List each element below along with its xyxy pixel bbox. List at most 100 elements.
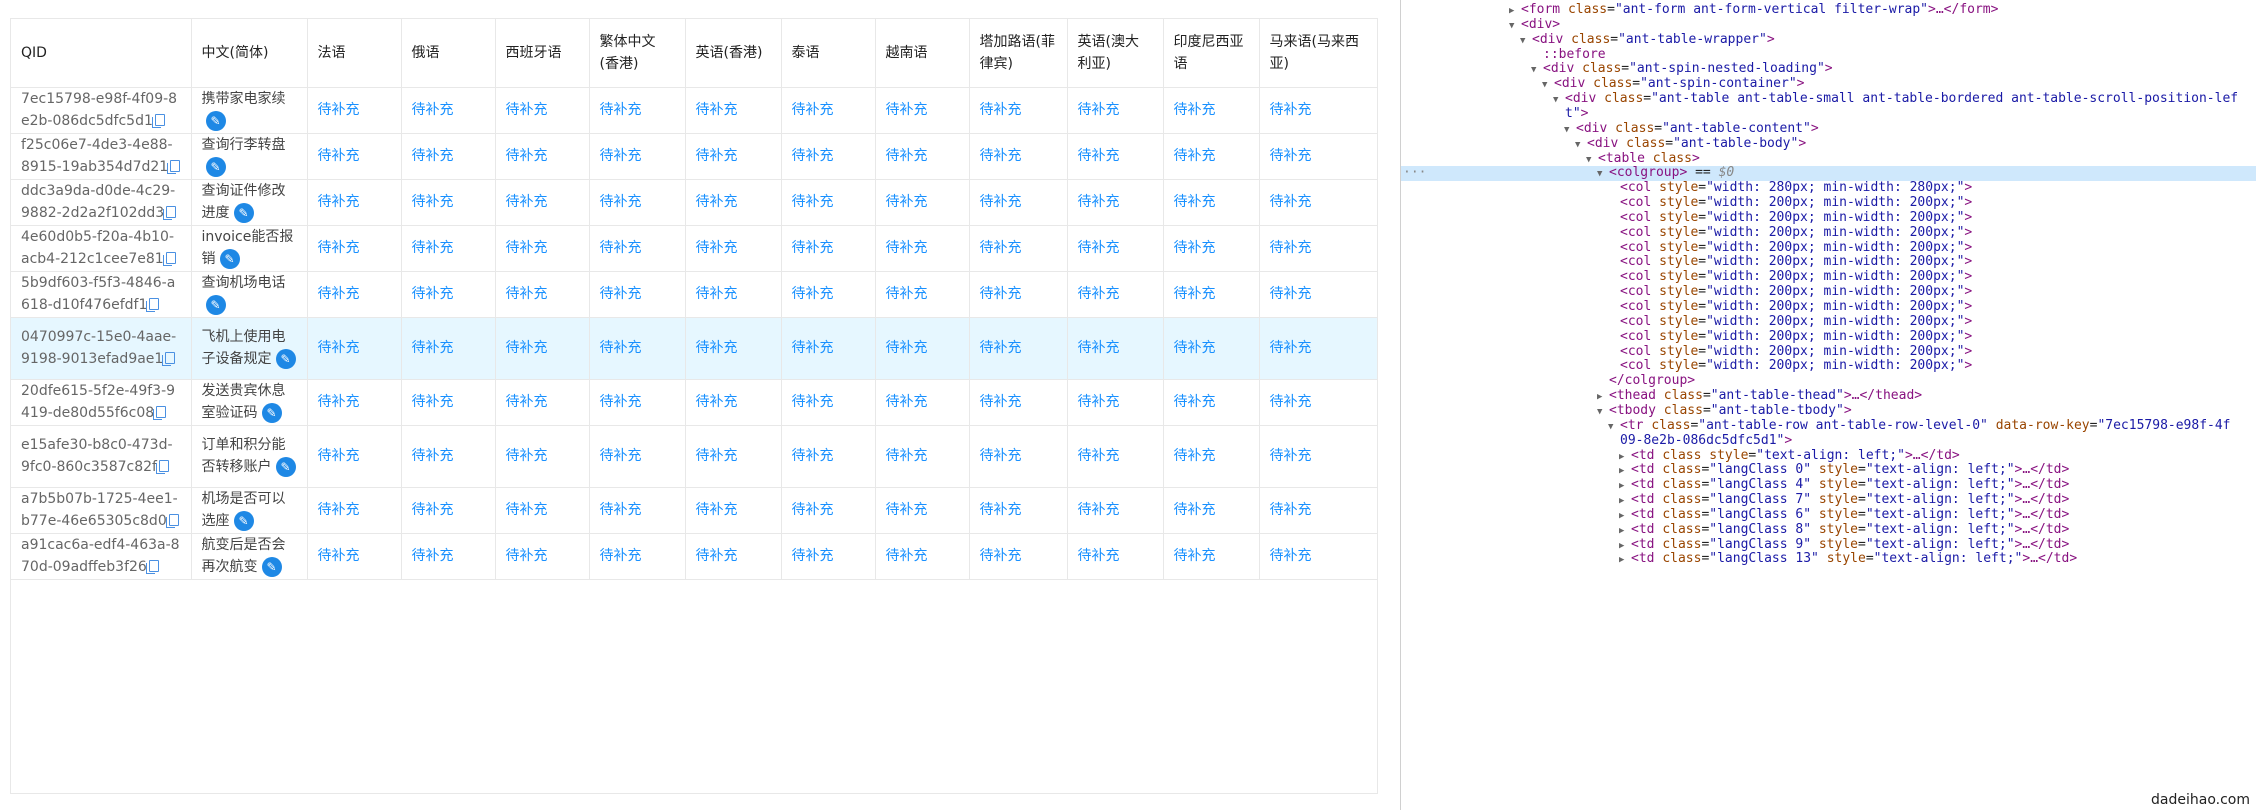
collapse-triangle-icon[interactable]: ▼ bbox=[1564, 123, 1576, 138]
pending-link[interactable]: 待补充 bbox=[980, 240, 1022, 256]
dom-node-line[interactable]: ▼ <div class="ant-table-content"> bbox=[1401, 121, 2256, 138]
table-row[interactable]: f25c06e7-4de3-4e88-8915-19ab354d7d21 查询行李… bbox=[11, 133, 1377, 180]
dom-node-line[interactable]: ▶ <td class="langClass 7" style="text-ali… bbox=[1401, 492, 2256, 508]
pending-link[interactable]: 待补充 bbox=[1270, 448, 1312, 464]
edit-icon[interactable]: ✎ bbox=[261, 557, 282, 577]
pending-link[interactable]: 待补充 bbox=[412, 148, 454, 164]
pending-link[interactable]: 待补充 bbox=[412, 340, 454, 356]
pending-link[interactable]: 待补充 bbox=[1270, 286, 1312, 302]
pending-link[interactable]: 待补充 bbox=[1270, 148, 1312, 164]
pending-link[interactable]: 待补充 bbox=[1270, 194, 1312, 210]
collapse-triangle-icon[interactable]: ▼ bbox=[1597, 167, 1609, 182]
pending-link[interactable]: 待补充 bbox=[696, 448, 738, 464]
pending-link[interactable]: 待补充 bbox=[696, 148, 738, 164]
dom-node-line[interactable]: <col style="width: 200px; min-width: 200… bbox=[1401, 344, 2256, 360]
pending-link[interactable]: 待补充 bbox=[1174, 502, 1216, 518]
copy-icon[interactable] bbox=[153, 406, 167, 420]
collapse-triangle-icon[interactable]: ▼ bbox=[1520, 34, 1532, 49]
pending-link[interactable]: 待补充 bbox=[696, 340, 738, 356]
pending-link[interactable]: 待补充 bbox=[886, 286, 928, 302]
dom-node-selected[interactable]: ··· ▼ <colgroup> == $0 bbox=[1401, 165, 2256, 182]
expand-triangle-icon[interactable]: ▶ bbox=[1619, 509, 1631, 524]
pending-link[interactable]: 待补充 bbox=[412, 502, 454, 518]
copy-icon[interactable] bbox=[151, 114, 165, 128]
expand-triangle-icon[interactable]: ▶ bbox=[1619, 464, 1631, 479]
dom-node-line[interactable]: </colgroup> bbox=[1401, 373, 2256, 389]
pending-link[interactable]: 待补充 bbox=[318, 448, 360, 464]
pending-link[interactable]: 待补充 bbox=[792, 240, 834, 256]
pending-link[interactable]: 待补充 bbox=[1078, 448, 1120, 464]
pending-link[interactable]: 待补充 bbox=[886, 502, 928, 518]
pending-link[interactable]: 待补充 bbox=[886, 448, 928, 464]
edit-icon[interactable]: ✎ bbox=[205, 111, 226, 131]
pending-link[interactable]: 待补充 bbox=[1174, 548, 1216, 564]
dom-node-line[interactable]: <col style="width: 200px; min-width: 200… bbox=[1401, 329, 2256, 345]
pending-link[interactable]: 待补充 bbox=[318, 194, 360, 210]
copy-icon[interactable] bbox=[146, 298, 160, 312]
pending-link[interactable]: 待补充 bbox=[696, 240, 738, 256]
pending-link[interactable]: 待补充 bbox=[412, 286, 454, 302]
edit-icon[interactable]: ✎ bbox=[233, 203, 254, 223]
dom-node-line[interactable]: ▶ <td class="langClass 8" style="text-ali… bbox=[1401, 522, 2256, 538]
pending-link[interactable]: 待补充 bbox=[412, 394, 454, 410]
edit-icon[interactable]: ✎ bbox=[205, 157, 226, 177]
collapse-triangle-icon[interactable]: ▼ bbox=[1586, 153, 1598, 168]
pending-link[interactable]: 待补充 bbox=[1174, 448, 1216, 464]
pending-link[interactable]: 待补充 bbox=[886, 548, 928, 564]
dom-node-line[interactable]: ▼ <div class="ant-table ant-table-small a… bbox=[1401, 91, 2256, 107]
pending-link[interactable]: 待补充 bbox=[600, 286, 642, 302]
pending-link[interactable]: 待补充 bbox=[792, 448, 834, 464]
expand-triangle-icon[interactable]: ▶ bbox=[1619, 479, 1631, 494]
dom-node-line[interactable]: t"> bbox=[1401, 106, 2256, 122]
pending-link[interactable]: 待补充 bbox=[600, 448, 642, 464]
pending-link[interactable]: 待补充 bbox=[1078, 340, 1120, 356]
dom-node-line[interactable]: <col style="width: 200px; min-width: 200… bbox=[1401, 240, 2256, 256]
pending-link[interactable]: 待补充 bbox=[318, 502, 360, 518]
pending-link[interactable]: 待补充 bbox=[1078, 194, 1120, 210]
dom-node-line[interactable]: ▶ <td class="langClass 4" style="text-ali… bbox=[1401, 477, 2256, 494]
pending-link[interactable]: 待补充 bbox=[1078, 548, 1120, 564]
pending-link[interactable]: 待补充 bbox=[506, 148, 548, 164]
copy-icon[interactable] bbox=[145, 560, 159, 574]
pending-link[interactable]: 待补充 bbox=[318, 102, 360, 118]
dom-node-line[interactable]: <col style="width: 280px; min-width: 280… bbox=[1401, 180, 2256, 196]
pending-link[interactable]: 待补充 bbox=[696, 548, 738, 564]
pending-link[interactable]: 待补充 bbox=[506, 394, 548, 410]
pending-link[interactable]: 待补充 bbox=[792, 102, 834, 118]
pending-link[interactable]: 待补充 bbox=[318, 240, 360, 256]
pending-link[interactable]: 待补充 bbox=[980, 448, 1022, 464]
pending-link[interactable]: 待补充 bbox=[600, 548, 642, 564]
pending-link[interactable]: 待补充 bbox=[600, 240, 642, 256]
pending-link[interactable]: 待补充 bbox=[696, 194, 738, 210]
edit-icon[interactable]: ✎ bbox=[261, 403, 282, 423]
pending-link[interactable]: 待补充 bbox=[980, 194, 1022, 210]
pending-link[interactable]: 待补充 bbox=[696, 286, 738, 302]
pending-link[interactable]: 待补充 bbox=[1270, 240, 1312, 256]
table-row[interactable]: ddc3a9da-d0de-4c29-9882-2d2a2f102dd3 查询证件… bbox=[11, 179, 1377, 226]
more-icon[interactable]: ··· bbox=[1403, 165, 1426, 181]
pending-link[interactable]: 待补充 bbox=[600, 394, 642, 410]
copy-icon[interactable] bbox=[162, 252, 176, 266]
pending-link[interactable]: 待补充 bbox=[1078, 502, 1120, 518]
collapse-triangle-icon[interactable]: ▼ bbox=[1575, 138, 1587, 153]
dom-node-line[interactable]: ▼ <div class="ant-spin-nested-loading"> bbox=[1401, 61, 2256, 77]
pending-link[interactable]: 待补充 bbox=[1078, 394, 1120, 410]
pending-link[interactable]: 待补充 bbox=[506, 102, 548, 118]
pending-link[interactable]: 待补充 bbox=[1174, 194, 1216, 210]
pending-link[interactable]: 待补充 bbox=[412, 194, 454, 210]
dom-node-line[interactable]: <col style="width: 200px; min-width: 200… bbox=[1401, 225, 2256, 241]
dom-node-line[interactable]: <col style="width: 200px; min-width: 200… bbox=[1401, 358, 2256, 374]
dom-node-line[interactable]: ▶ <thead class="ant-table-thead">…</thead… bbox=[1401, 388, 2256, 404]
table-row[interactable]: 5b9df603-f5f3-4846-a618-d10f476efdf1 查询机场… bbox=[11, 271, 1377, 318]
pending-link[interactable]: 待补充 bbox=[1174, 286, 1216, 302]
pending-link[interactable]: 待补充 bbox=[506, 240, 548, 256]
pending-link[interactable]: 待补充 bbox=[1078, 240, 1120, 256]
edit-icon[interactable]: ✎ bbox=[275, 349, 296, 369]
dom-node-line[interactable]: <col style="width: 200px; min-width: 200… bbox=[1401, 269, 2256, 285]
dom-node-line[interactable]: ▼ <tbody class="ant-table-tbody"> bbox=[1401, 403, 2256, 419]
pending-link[interactable]: 待补充 bbox=[792, 502, 834, 518]
pending-link[interactable]: 待补充 bbox=[980, 148, 1022, 164]
pending-link[interactable]: 待补充 bbox=[886, 240, 928, 256]
dom-node-line[interactable]: <col style="width: 200px; min-width: 200… bbox=[1401, 284, 2256, 300]
pending-link[interactable]: 待补充 bbox=[1078, 286, 1120, 302]
